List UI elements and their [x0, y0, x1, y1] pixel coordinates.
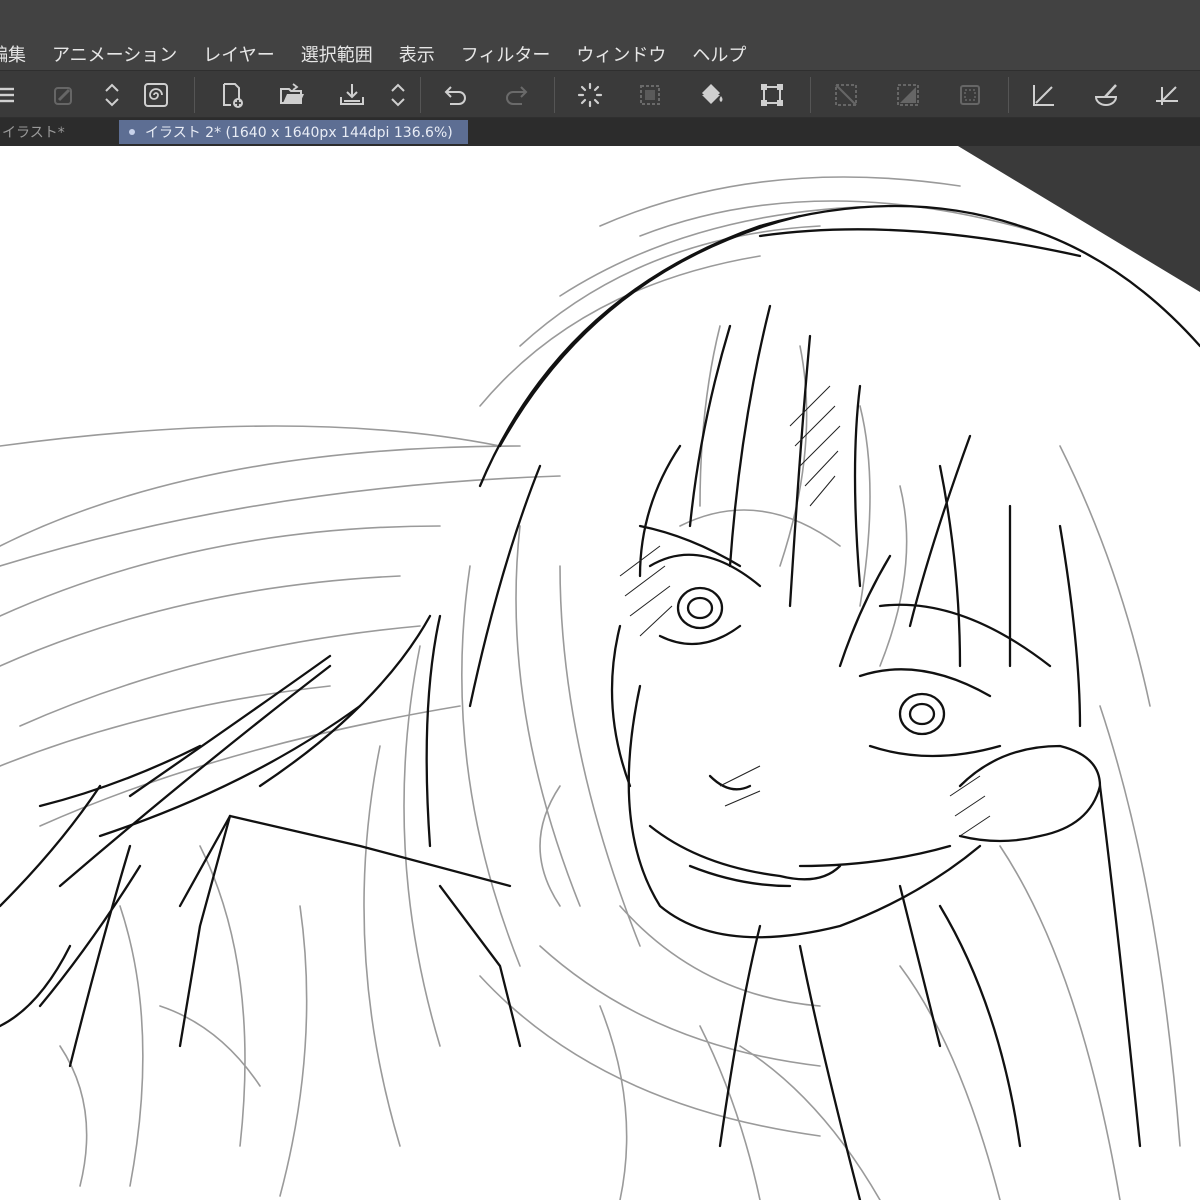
- command-bar: [0, 70, 1200, 118]
- hide-selection-icon[interactable]: [830, 79, 862, 111]
- redo-icon[interactable]: [500, 79, 532, 111]
- menu-animation[interactable]: アニメーション: [39, 41, 190, 67]
- canvas-area[interactable]: [0, 146, 1200, 1200]
- menu-bar: 編集 アニメーション レイヤー 選択範囲 表示 フィルター ウィンドウ ヘルプ: [0, 38, 1200, 70]
- spiral-icon[interactable]: [140, 79, 172, 111]
- toolbar-divider: [1008, 77, 1009, 113]
- toolbar-divider: [194, 77, 195, 113]
- open-folder-icon[interactable]: [276, 79, 308, 111]
- tab-label: イラスト 2* (1640 x 1640px 144dpi 136.6%): [145, 125, 453, 141]
- menu-window[interactable]: ウィンドウ: [563, 41, 679, 67]
- modified-indicator: [129, 129, 135, 135]
- tab-illust[interactable]: イラスト*: [0, 120, 114, 144]
- ruler-icon[interactable]: [1028, 79, 1060, 111]
- menu-icon[interactable]: [0, 79, 24, 111]
- toolbar-divider: [810, 77, 811, 113]
- tab-label: イラスト*: [2, 125, 65, 141]
- save-icon[interactable]: [336, 79, 368, 111]
- loading-icon[interactable]: [574, 79, 606, 111]
- menu-view[interactable]: 表示: [386, 41, 448, 67]
- layer-color-icon[interactable]: [48, 79, 80, 111]
- title-bar: [0, 0, 1200, 38]
- selection-icon[interactable]: [634, 79, 666, 111]
- menu-filter[interactable]: フィルター: [448, 41, 564, 67]
- fill-selection-icon[interactable]: [892, 79, 924, 111]
- menu-help[interactable]: ヘルプ: [679, 41, 759, 67]
- perspective-ruler-icon[interactable]: [1150, 79, 1182, 111]
- clear-selection-icon[interactable]: [954, 79, 986, 111]
- menu-layer[interactable]: レイヤー: [190, 41, 287, 67]
- menu-edit[interactable]: 編集: [0, 41, 39, 67]
- toolbar-divider: [554, 77, 555, 113]
- fill-icon[interactable]: [696, 79, 728, 111]
- toolbar-divider: [420, 77, 421, 113]
- menu-selection[interactable]: 選択範囲: [288, 41, 386, 67]
- undo-icon[interactable]: [440, 79, 472, 111]
- drawing-canvas[interactable]: [0, 146, 1200, 1200]
- document-tab-bar: イラスト* イラスト 2* (1640 x 1640px 144dpi 136.…: [0, 118, 1200, 146]
- brush-icon[interactable]: [1090, 79, 1122, 111]
- up-down-icon[interactable]: [96, 79, 128, 111]
- up-down-icon[interactable]: [382, 79, 414, 111]
- new-file-icon[interactable]: [216, 79, 248, 111]
- transform-icon[interactable]: [756, 79, 788, 111]
- tab-illust-2[interactable]: イラスト 2* (1640 x 1640px 144dpi 136.6%): [119, 120, 468, 144]
